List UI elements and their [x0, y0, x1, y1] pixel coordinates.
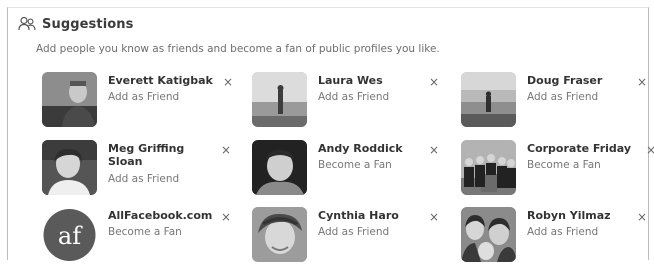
profile-photo[interactable] — [252, 72, 307, 127]
profile-photo[interactable] — [252, 207, 307, 262]
allfacebook-logo[interactable]: af — [42, 207, 97, 262]
suggestion-card: Corporate Friday Become a Fan × — [461, 140, 654, 198]
suggestion-card: Meg Griffing Sloan Add as Friend × — [42, 140, 242, 198]
close-icon[interactable]: × — [428, 144, 440, 156]
become-fan-link[interactable]: Become a Fan — [527, 159, 601, 172]
profile-photo[interactable] — [42, 140, 97, 195]
add-friend-link[interactable]: Add as Friend — [108, 173, 179, 186]
profile-photo[interactable] — [461, 140, 516, 195]
become-fan-link[interactable]: Become a Fan — [108, 226, 182, 239]
add-friend-link[interactable]: Add as Friend — [527, 91, 598, 104]
add-friend-link[interactable]: Add as Friend — [318, 91, 389, 104]
close-icon[interactable]: × — [636, 76, 648, 88]
add-friend-link[interactable]: Add as Friend — [527, 226, 598, 239]
close-icon[interactable]: × — [636, 211, 648, 223]
suggestion-card: Robyn Yilmaz Add as Friend × — [461, 207, 654, 265]
profile-photo[interactable] — [461, 207, 516, 262]
suggestion-name[interactable]: AllFacebook.com — [108, 209, 224, 222]
close-icon[interactable]: × — [222, 76, 234, 88]
add-friend-link[interactable]: Add as Friend — [318, 226, 389, 239]
suggestion-name[interactable]: Laura Wes — [318, 74, 430, 87]
suggestion-card: Doug Fraser Add as Friend × — [461, 72, 654, 130]
suggestion-card: af AllFacebook.com Become a Fan × — [42, 207, 242, 265]
suggestion-card: Everett Katigbak Add as Friend × — [42, 72, 242, 130]
suggestion-card: Laura Wes Add as Friend × — [252, 72, 452, 130]
close-icon[interactable]: × — [220, 211, 232, 223]
suggestions-header: Suggestions — [18, 16, 133, 32]
suggestion-name[interactable]: Corporate Friday — [527, 142, 647, 155]
profile-photo[interactable] — [42, 72, 97, 127]
close-icon[interactable]: × — [428, 76, 440, 88]
close-icon[interactable]: × — [428, 211, 440, 223]
allfacebook-logo-text: af — [58, 222, 83, 250]
suggestions-title: Suggestions — [42, 16, 134, 32]
profile-photo[interactable] — [252, 140, 307, 195]
suggestion-card: Cynthia Haro Add as Friend × — [252, 207, 452, 265]
suggestions-subtitle: Add people you know as friends and becom… — [36, 43, 440, 55]
suggestion-name[interactable]: Cynthia Haro — [318, 209, 430, 222]
suggestion-card: Andy Roddick Become a Fan × — [252, 140, 452, 198]
suggestions-grid: Everett Katigbak Add as Friend × Laura W… — [42, 72, 654, 262]
suggestion-name[interactable]: Robyn Yilmaz — [527, 209, 639, 222]
suggestion-name[interactable]: Andy Roddick — [318, 142, 430, 155]
suggestion-name[interactable]: Doug Fraser — [527, 74, 639, 87]
add-friend-link[interactable]: Add as Friend — [108, 91, 179, 104]
close-icon[interactable]: × — [645, 144, 654, 156]
close-icon[interactable]: × — [220, 144, 232, 156]
suggestion-name[interactable]: Everett Katigbak — [108, 74, 220, 87]
become-fan-link[interactable]: Become a Fan — [318, 159, 392, 172]
suggestion-name[interactable]: Meg Griffing Sloan — [108, 142, 220, 168]
people-icon — [18, 16, 36, 31]
profile-photo[interactable] — [461, 72, 516, 127]
